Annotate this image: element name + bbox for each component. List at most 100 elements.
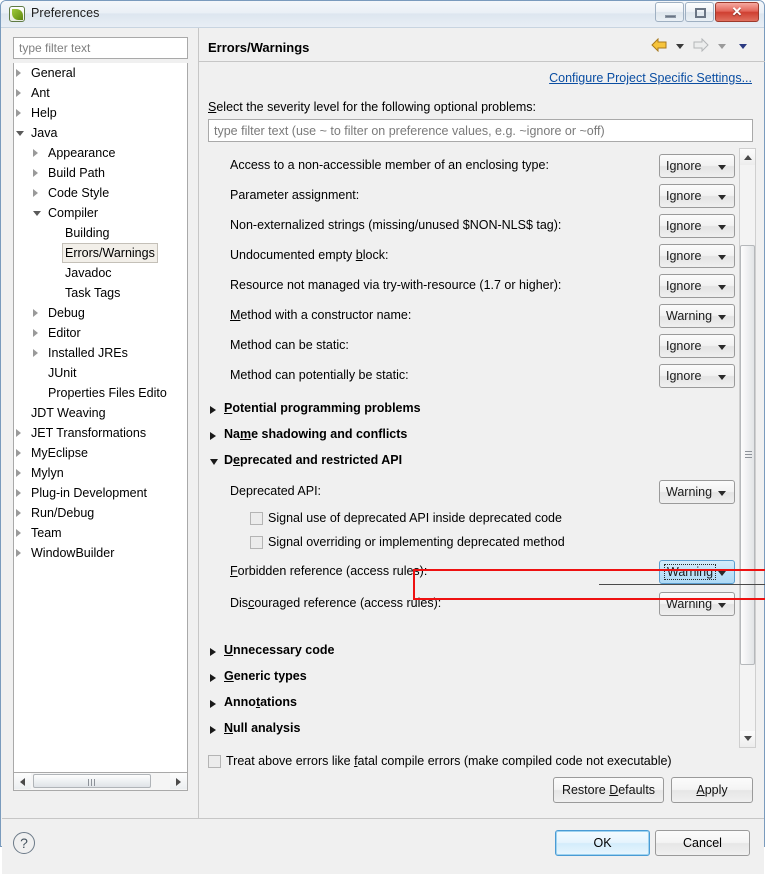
sidebar-item-help[interactable]: Help [14, 103, 187, 123]
sidebar-item-errors-warnings[interactable]: Errors/Warnings [14, 243, 187, 263]
checkbox-signal-use-of-deprecated-api-inside-deprecat[interactable] [250, 512, 263, 525]
back-history-dropdown-icon[interactable] [675, 44, 684, 49]
maximize-button[interactable] [685, 2, 714, 22]
sidebar-item-debug[interactable]: Debug [14, 303, 187, 323]
severity-combo-resource-not-managed-via-try-with-resource-1[interactable]: Ignore [659, 274, 735, 298]
sidebar-item-java[interactable]: Java [14, 123, 187, 143]
chevron-right-icon[interactable] [33, 329, 38, 337]
checkbox-signal-overriding-or-implementing-deprecated[interactable] [250, 536, 263, 549]
minimize-button[interactable] [655, 2, 684, 22]
sidebar-item-windowbuilder[interactable]: WindowBuilder [14, 543, 187, 563]
chevron-right-icon[interactable] [16, 69, 21, 77]
sidebar-item-team[interactable]: Team [14, 523, 187, 543]
severity-combo-method-with-a-constructor-name[interactable]: Warning [659, 304, 735, 328]
sidebar-item-editor[interactable]: Editor [14, 323, 187, 343]
apply-button[interactable]: Apply [671, 777, 753, 803]
options-vertical-scrollbar[interactable] [739, 148, 756, 748]
close-button[interactable]: ✕ [715, 2, 759, 22]
severity-combo-discouraged-reference-access-rules[interactable]: Warning [659, 592, 735, 616]
page-menu-dropdown-icon[interactable] [739, 44, 747, 49]
sidebar-item-appearance[interactable]: Appearance [14, 143, 187, 163]
chevron-right-icon[interactable] [33, 349, 38, 357]
severity-combo-undocumented-empty-block[interactable]: Ignore [659, 244, 735, 268]
option-row: Method can be static: Ignore [208, 332, 735, 362]
chevron-right-icon[interactable] [16, 469, 21, 477]
chevron-right-icon[interactable] [210, 674, 216, 682]
checkbox-label: Signal overriding or implementing deprec… [268, 535, 565, 549]
preferences-tree[interactable]: General Ant Help Java Appearance Build Path Co… [13, 63, 188, 773]
chevron-right-icon[interactable] [33, 189, 38, 197]
severity-combo-method-can-potentially-be-static[interactable]: Ignore [659, 364, 735, 388]
chevron-right-icon[interactable] [33, 169, 38, 177]
chevron-right-icon[interactable] [16, 429, 21, 437]
ok-button[interactable]: OK [555, 830, 650, 856]
fatal-errors-checkbox[interactable] [208, 755, 221, 768]
sidebar-item-general[interactable]: General [14, 63, 187, 83]
chevron-down-icon[interactable] [16, 131, 24, 136]
chevron-right-icon[interactable] [16, 549, 21, 557]
chevron-right-icon[interactable] [33, 309, 38, 317]
sidebar-item-build-path[interactable]: Build Path [14, 163, 187, 183]
combo-value: Warning [666, 309, 713, 323]
sidebar-item-jdt-weaving[interactable]: JDT Weaving [14, 403, 187, 423]
scroll-right-icon[interactable] [170, 773, 187, 789]
chevron-right-icon[interactable] [210, 700, 216, 708]
section-label: Unnecessary code [224, 643, 335, 657]
chevron-right-icon[interactable] [210, 406, 216, 414]
chevron-right-icon[interactable] [16, 449, 21, 457]
chevron-right-icon[interactable] [16, 489, 21, 497]
eclipse-leaf-icon [9, 6, 25, 22]
scroll-left-icon[interactable] [14, 773, 31, 789]
cancel-button[interactable]: Cancel [655, 830, 750, 856]
chevron-right-icon[interactable] [210, 432, 216, 440]
severity-combo-method-can-be-static[interactable]: Ignore [659, 334, 735, 358]
tree-horizontal-scrollbar[interactable] [13, 773, 188, 791]
sidebar-item-javadoc[interactable]: Javadoc [14, 263, 187, 283]
back-arrow-icon[interactable] [650, 37, 668, 55]
chevron-right-icon[interactable] [210, 648, 216, 656]
severity-combo-non-externalized-strings-missing-unused-non-[interactable]: Ignore [659, 214, 735, 238]
sidebar-item-junit[interactable]: JUnit [14, 363, 187, 383]
sidebar-item-jet-transformations[interactable]: JET Transformations [14, 423, 187, 443]
sidebar-item-myeclipse[interactable]: MyEclipse [14, 443, 187, 463]
chevron-right-icon[interactable] [16, 529, 21, 537]
chevron-right-icon[interactable] [33, 149, 38, 157]
chevron-down-icon[interactable] [33, 211, 41, 216]
preference-filter-input[interactable]: type filter text (use ~ to filter on pre… [208, 119, 753, 142]
sidebar-item-ant[interactable]: Ant [14, 83, 187, 103]
chevron-right-icon[interactable] [16, 509, 21, 517]
chevron-down-icon [718, 345, 726, 350]
scroll-up-icon[interactable] [740, 149, 755, 165]
severity-instruction-label: Select the severity level for the follow… [208, 100, 536, 114]
dialog-body: type filter text General Ant Help Java Appea… [2, 28, 765, 874]
configure-project-specific-settings-link[interactable]: Configure Project Specific Settings... [549, 71, 752, 85]
chevron-right-icon[interactable] [16, 109, 21, 117]
tree-hscroll-thumb[interactable] [33, 774, 151, 788]
chevron-down-icon[interactable] [210, 459, 218, 465]
sidebar-item-installed-jres[interactable]: Installed JREs [14, 343, 187, 363]
sidebar-item-compiler[interactable]: Compiler [14, 203, 187, 223]
severity-combo-forbidden-reference-access-rules[interactable]: Warning [659, 560, 735, 584]
chevron-down-icon [718, 195, 726, 200]
sidebar-item-properties-files-edito[interactable]: Properties Files Edito [14, 383, 187, 403]
severity-combo-access-to-a-non-accessible-member-of-an-encl[interactable]: Ignore [659, 154, 735, 178]
severity-combo-deprecated-api[interactable]: Warning [659, 480, 735, 504]
scroll-down-icon[interactable] [740, 731, 755, 747]
annotation-pointer-line [599, 584, 765, 585]
combo-value: Ignore [666, 189, 702, 203]
sidebar-item-plug-in-development[interactable]: Plug-in Development [14, 483, 187, 503]
sidebar-item-building[interactable]: Building [14, 223, 187, 243]
restore-defaults-button[interactable]: Restore Defaults [553, 777, 664, 803]
sidebar-item-task-tags[interactable]: Task Tags [14, 283, 187, 303]
severity-combo-parameter-assignment[interactable]: Ignore [659, 184, 735, 208]
sidebar-item-mylyn[interactable]: Mylyn [14, 463, 187, 483]
sidebar-filter-input[interactable]: type filter text [13, 37, 188, 59]
vscroll-thumb[interactable] [740, 245, 755, 665]
help-icon[interactable]: ? [13, 832, 35, 854]
chevron-right-icon[interactable] [16, 89, 21, 97]
sidebar-item-run-debug[interactable]: Run/Debug [14, 503, 187, 523]
sidebar-item-code-style[interactable]: Code Style [14, 183, 187, 203]
sidebar-item-label: Debug [48, 306, 85, 320]
sidebar-item-label: Compiler [48, 206, 99, 220]
chevron-right-icon[interactable] [210, 726, 216, 734]
